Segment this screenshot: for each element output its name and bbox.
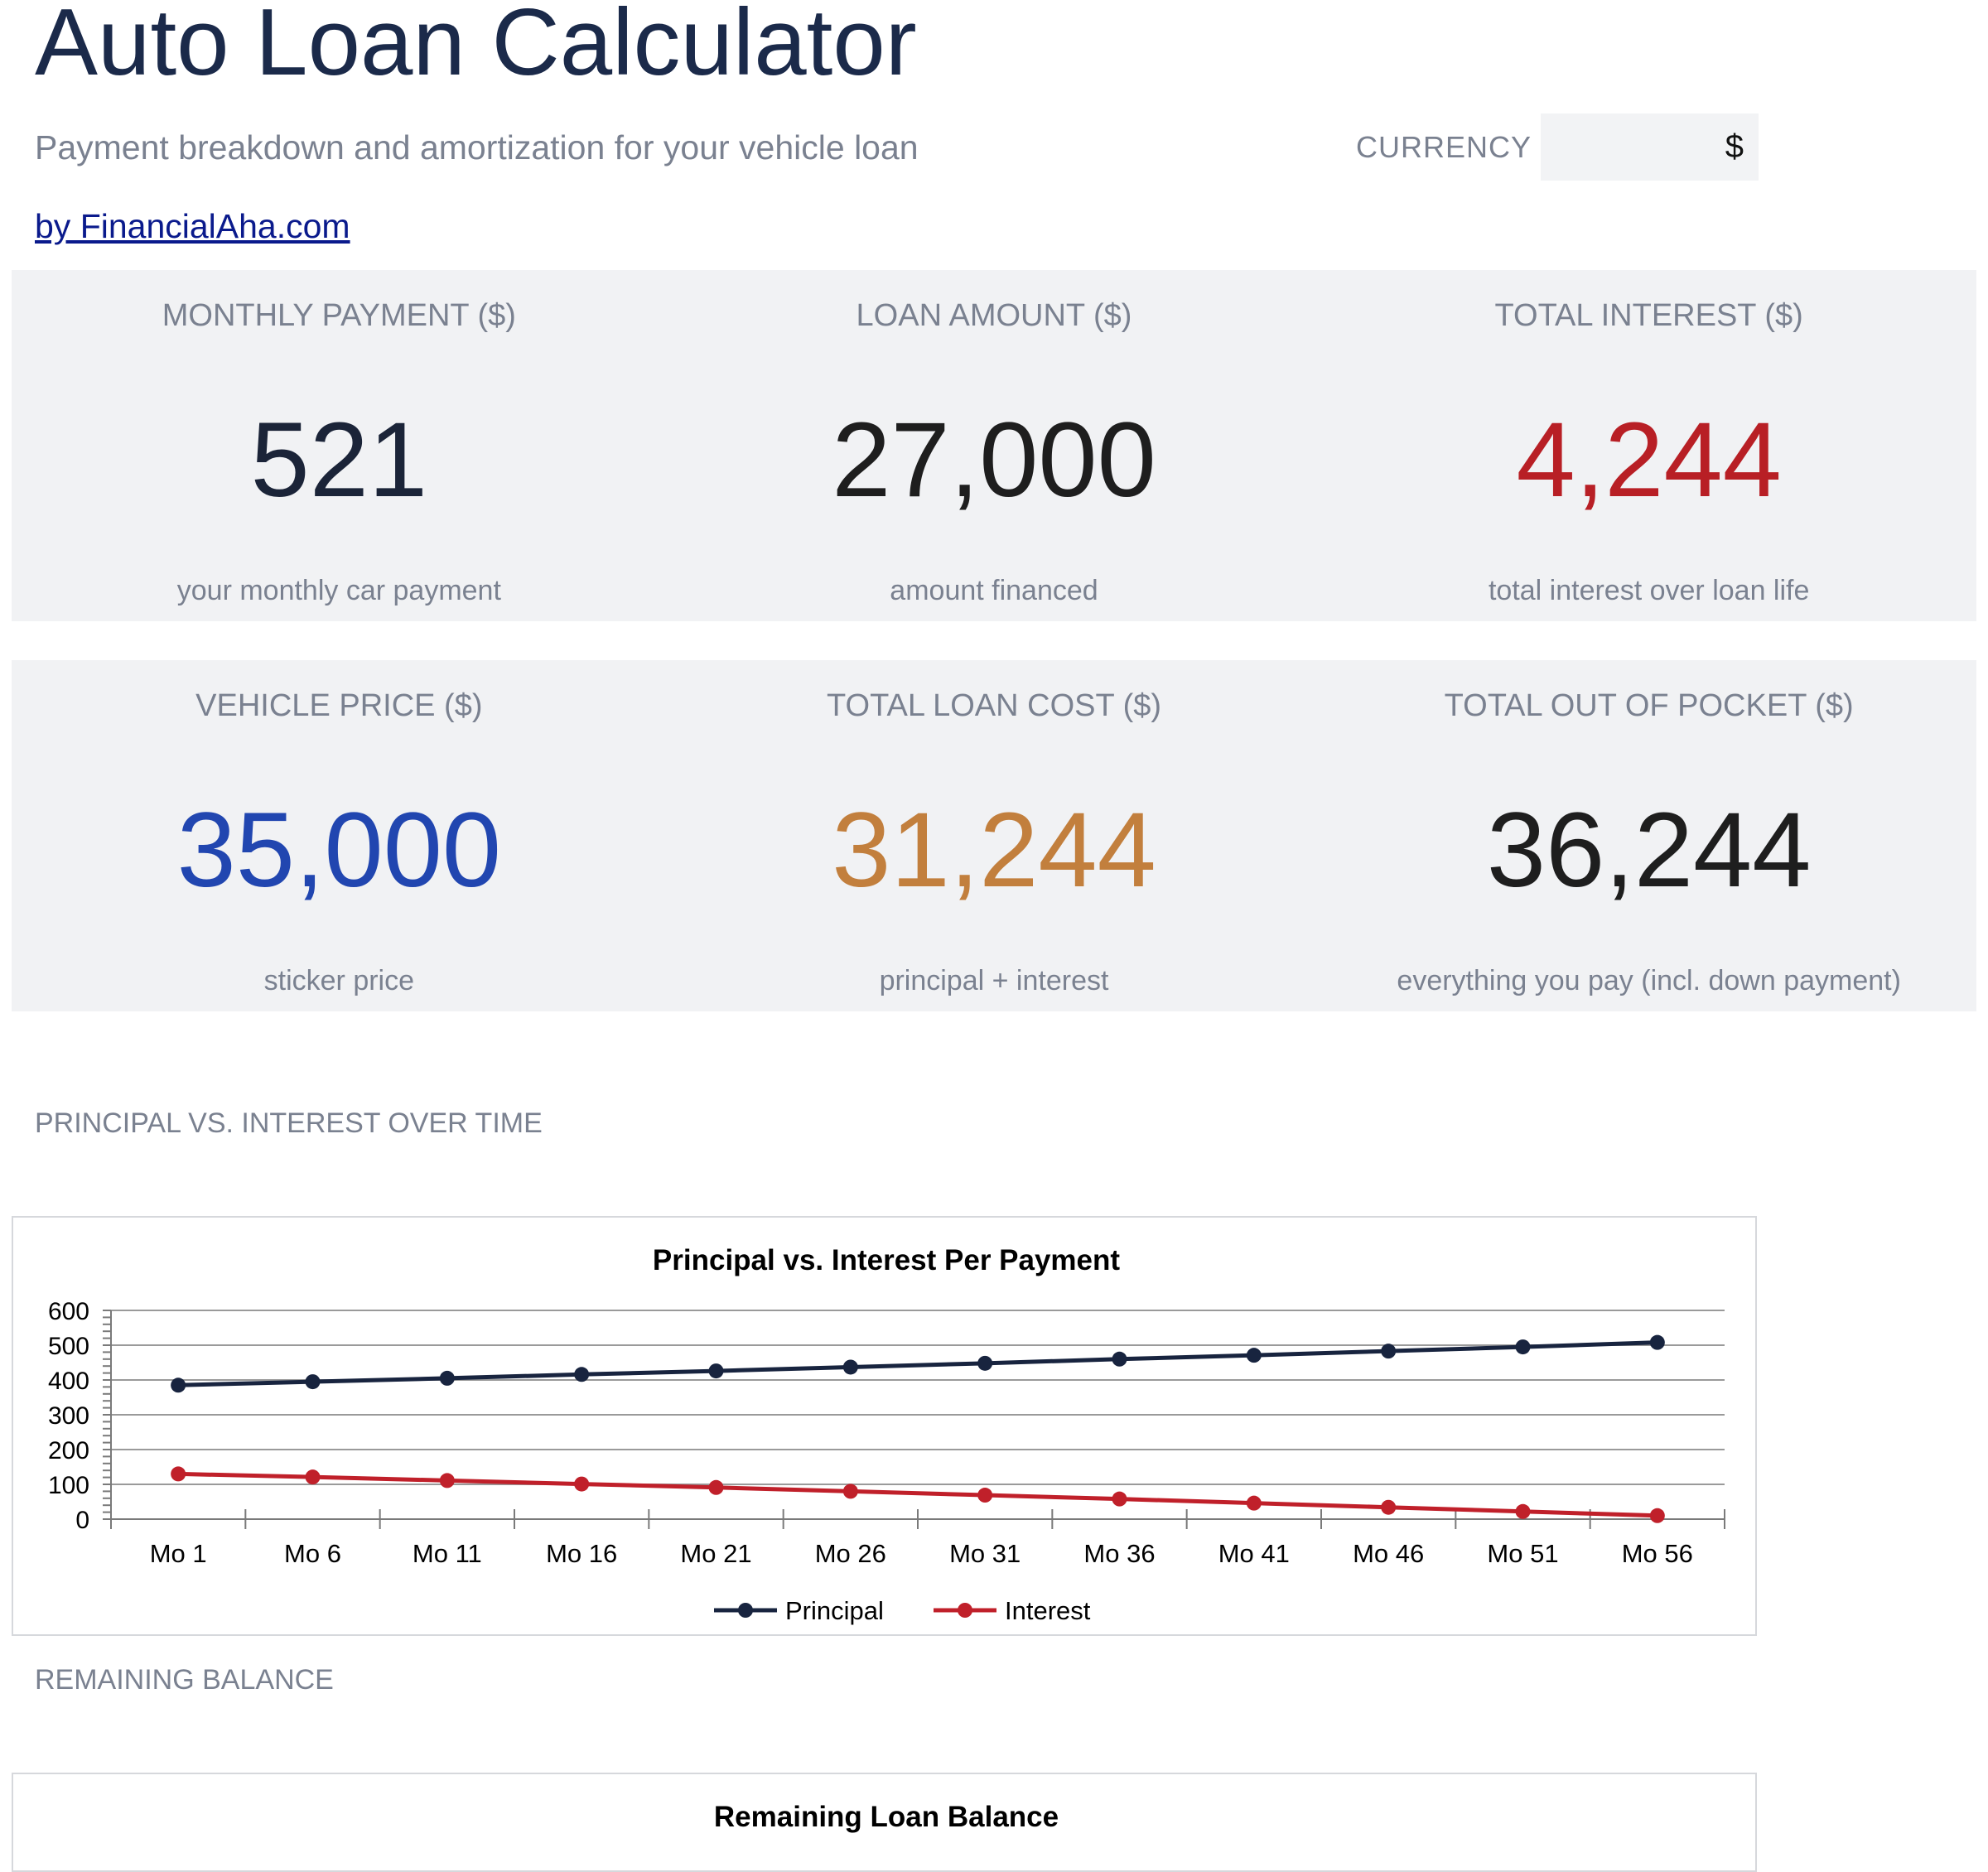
legend-marker	[738, 1603, 753, 1618]
y-axis-ticks: 600 500 400 300 200 100 0	[48, 1298, 89, 1534]
card-label: TOTAL OUT OF POCKET ($)	[1444, 688, 1854, 723]
vehicle-price-card: VEHICLE PRICE ($) 35,000 sticker price	[12, 660, 667, 1011]
card-value: 521	[250, 401, 428, 519]
data-point-interest	[171, 1466, 186, 1482]
card-label: TOTAL INTEREST ($)	[1494, 298, 1803, 333]
y-tick-label: 300	[48, 1402, 89, 1430]
data-point-principal	[171, 1377, 186, 1393]
x-tick-label: Mo 56	[1622, 1539, 1693, 1568]
data-point-interest	[842, 1484, 858, 1499]
card-note: everything you pay (incl. down payment)	[1397, 965, 1901, 996]
byline-link[interactable]: by FinancialAha.com	[35, 207, 350, 246]
data-point-principal	[1649, 1334, 1665, 1350]
data-point-interest	[439, 1473, 455, 1488]
y-tick-label: 200	[48, 1437, 89, 1464]
card-note: principal + interest	[879, 965, 1109, 996]
principal-interest-heading: PRINCIPAL VS. INTEREST OVER TIME	[35, 1107, 543, 1139]
data-point-principal	[1112, 1351, 1127, 1367]
chart-title: Remaining Loan Balance	[714, 1801, 1059, 1833]
data-point-principal	[1246, 1348, 1262, 1363]
data-point-principal	[574, 1367, 590, 1382]
chart-legend: Principal Interest	[714, 1596, 1091, 1625]
data-point-principal	[842, 1359, 858, 1375]
x-tick-label: Mo 31	[949, 1539, 1021, 1568]
chart-title: Principal vs. Interest Per Payment	[653, 1244, 1120, 1276]
x-tick-label: Mo 41	[1218, 1539, 1290, 1568]
data-point-principal	[1515, 1339, 1531, 1355]
y-tick-label: 500	[48, 1333, 89, 1360]
y-tick-label: 600	[48, 1298, 89, 1325]
card-value: 35,000	[176, 791, 502, 909]
data-point-principal	[977, 1355, 993, 1371]
x-tick-label: Mo 21	[680, 1539, 751, 1568]
y-tick-label: 0	[75, 1507, 89, 1534]
card-value: 27,000	[832, 401, 1156, 519]
card-value: 4,244	[1516, 401, 1782, 519]
chart-svg: Principal vs. Interest Per Payment 600 50…	[48, 1244, 1725, 1625]
currency-value: $	[1725, 128, 1744, 165]
y-tick-label: 100	[48, 1472, 89, 1499]
x-tick-label: Mo 26	[815, 1539, 886, 1568]
data-point-principal	[305, 1374, 321, 1390]
card-label: VEHICLE PRICE ($)	[195, 688, 483, 723]
x-tick-label: Mo 11	[413, 1539, 482, 1568]
card-note: sticker price	[263, 965, 415, 996]
x-tick-label: Mo 6	[284, 1539, 341, 1568]
data-point-principal	[439, 1370, 455, 1386]
chart-series	[171, 1334, 1665, 1523]
card-note: total interest over loan life	[1488, 575, 1810, 606]
data-point-interest	[977, 1488, 993, 1503]
chart-svg: Remaining Loan Balance	[714, 1801, 1059, 1833]
card-note: your monthly car payment	[176, 575, 501, 606]
card-label: MONTHLY PAYMENT ($)	[162, 298, 516, 333]
chart-gridlines	[103, 1310, 1725, 1529]
data-point-interest	[708, 1479, 724, 1495]
x-tick-label: Mo 51	[1487, 1539, 1558, 1568]
card-value: 31,244	[832, 791, 1156, 909]
data-point-interest	[1515, 1503, 1531, 1519]
currency-label: CURRENCY	[1356, 130, 1532, 164]
x-tick-label: Mo 46	[1353, 1539, 1424, 1568]
total-out-of-pocket-card: TOTAL OUT OF POCKET ($) 36,244 everythin…	[1321, 660, 1976, 1011]
series-line-principal	[178, 1340, 1657, 1387]
card-note: amount financed	[890, 575, 1098, 606]
page-title: Auto Loan Calculator	[35, 0, 917, 95]
data-point-interest	[1649, 1508, 1665, 1523]
data-point-interest	[1246, 1495, 1262, 1511]
remaining-balance-heading: REMAINING BALANCE	[35, 1664, 334, 1696]
legend-marker	[958, 1603, 972, 1618]
data-point-interest	[574, 1476, 590, 1492]
x-tick-label: Mo 1	[150, 1539, 207, 1568]
data-point-interest	[305, 1469, 321, 1485]
loan-amount-card: LOAN AMOUNT ($) 27,000 amount financed	[667, 270, 1322, 621]
legend-label: Principal	[785, 1596, 884, 1625]
x-axis-ticks: Mo 1 Mo 6 Mo 11 Mo 16 Mo 21 Mo 26 Mo 31 Mo 36 Mo…	[150, 1539, 1693, 1568]
x-tick-label: Mo 16	[546, 1539, 617, 1568]
total-interest-card: TOTAL INTEREST ($) 4,244 total interest …	[1321, 270, 1976, 621]
principal-interest-chart: Principal vs. Interest Per Payment 600 50…	[12, 1216, 1757, 1636]
x-tick-label: Mo 36	[1083, 1539, 1155, 1568]
y-tick-label: 400	[48, 1368, 89, 1395]
data-point-principal	[708, 1363, 724, 1379]
summary-row-1: MONTHLY PAYMENT ($) 521 your monthly car…	[12, 270, 1976, 621]
currency-input[interactable]: $	[1541, 113, 1759, 181]
data-point-principal	[1381, 1344, 1397, 1359]
summary-row-2: VEHICLE PRICE ($) 35,000 sticker price T…	[12, 660, 1976, 1011]
card-value: 36,244	[1486, 791, 1812, 909]
page-subtitle: Payment breakdown and amortization for y…	[35, 128, 919, 166]
monthly-payment-card: MONTHLY PAYMENT ($) 521 your monthly car…	[12, 270, 667, 621]
card-label: TOTAL LOAN COST ($)	[827, 688, 1162, 723]
total-loan-cost-card: TOTAL LOAN COST ($) 31,244 principal + i…	[667, 660, 1322, 1011]
data-point-interest	[1112, 1491, 1127, 1507]
card-label: LOAN AMOUNT ($)	[856, 298, 1132, 333]
remaining-balance-chart: Remaining Loan Balance	[12, 1773, 1757, 1872]
data-point-interest	[1381, 1499, 1397, 1515]
legend-label: Interest	[1005, 1596, 1091, 1625]
